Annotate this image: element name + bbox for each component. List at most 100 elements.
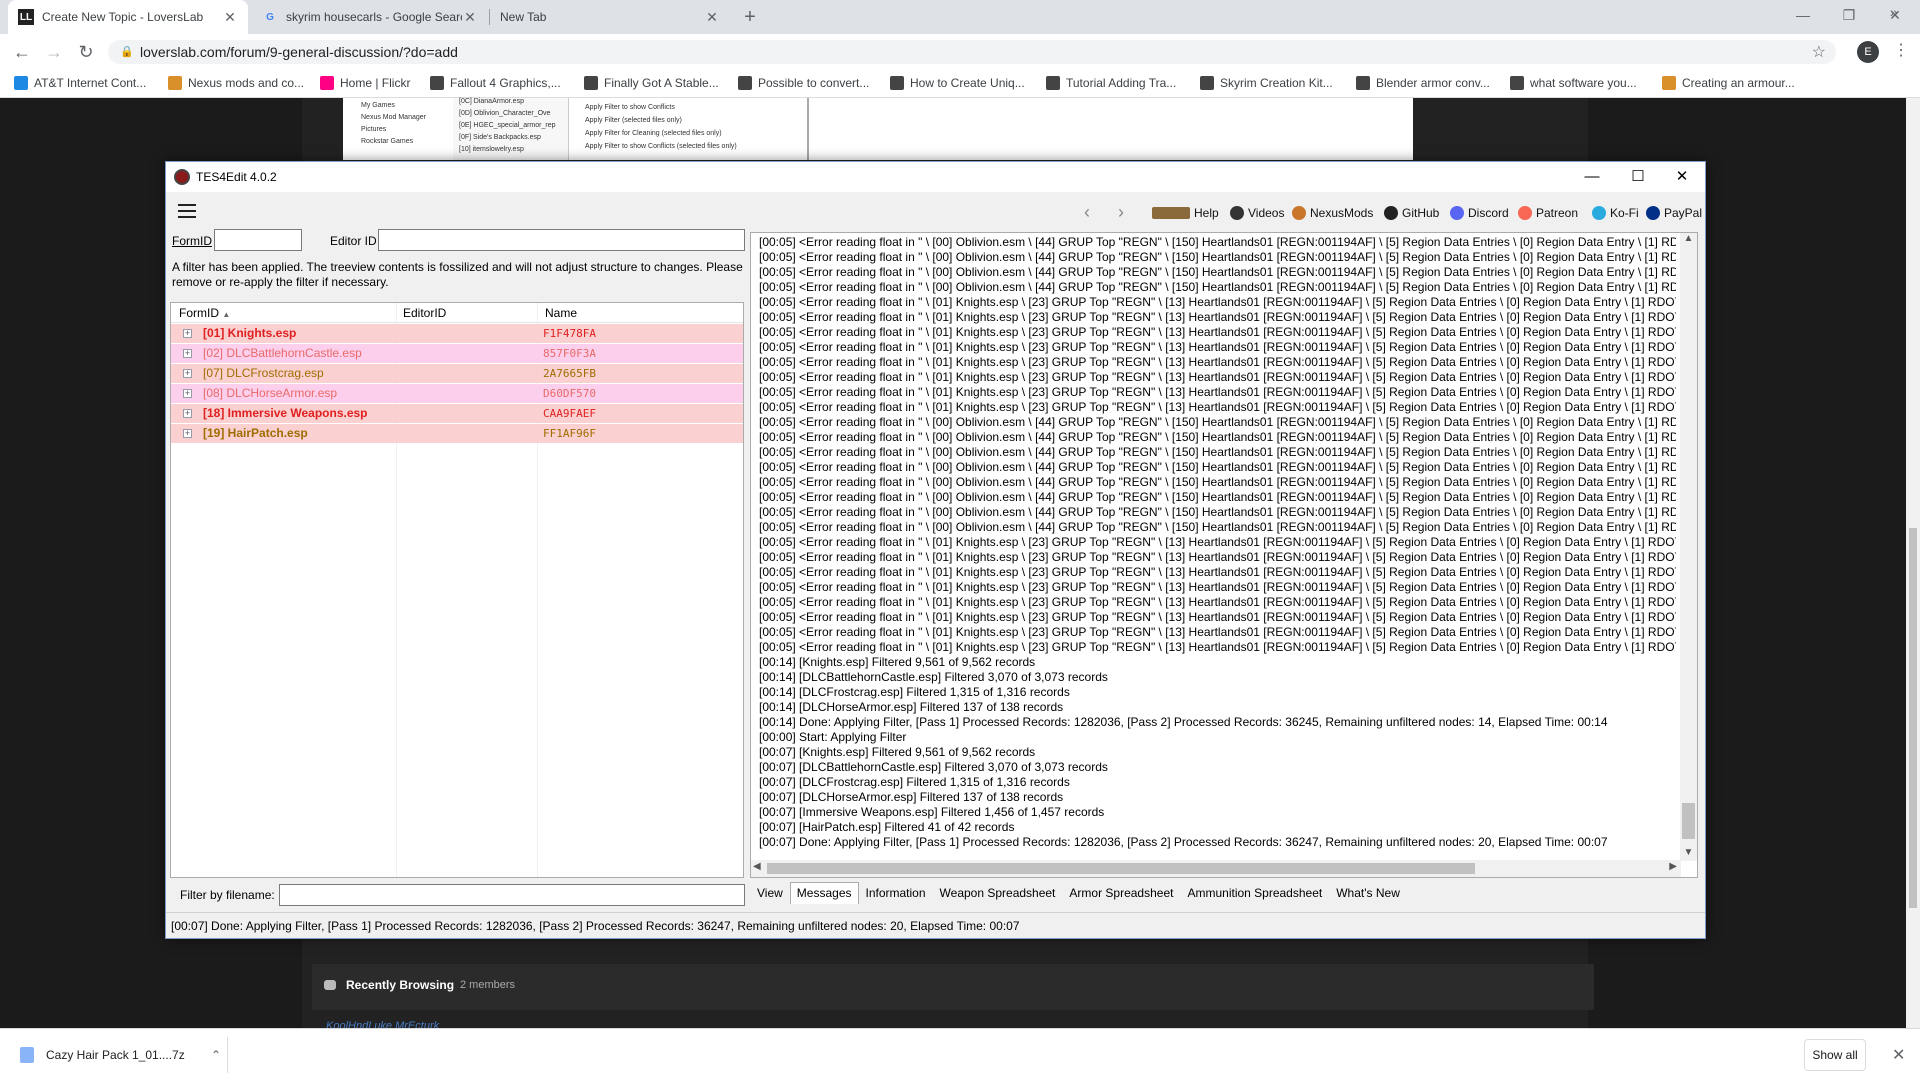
close-icon[interactable]: ✕ <box>704 9 720 26</box>
bookmark-item[interactable]: Nexus mods and co... <box>168 76 304 90</box>
bookmark-label: Finally Got A Stable... <box>604 76 719 90</box>
restore-button[interactable]: ❐ <box>1826 0 1872 30</box>
editorid-input[interactable] <box>378 229 745 251</box>
plugin-name-cell: F1F478FA <box>543 327 596 340</box>
plugin-treeview[interactable]: FormID ▲ EditorID Name + [01] Knights.esp… <box>170 302 744 878</box>
back-arrow-icon[interactable]: ‹ <box>1084 202 1090 223</box>
tab-weapon-spreadsheet[interactable]: Weapon Spreadsheet <box>933 882 1063 904</box>
close-icon[interactable]: ✕ <box>462 9 478 26</box>
log-line: [00:07] [Immersive Weapons.esp] Filtered… <box>759 805 1105 819</box>
reload-icon[interactable]: ↻ <box>74 40 98 64</box>
forward-arrow-icon[interactable]: → <box>42 40 66 64</box>
show-all-button[interactable]: Show all <box>1804 1039 1866 1071</box>
tes4edit-logo-icon <box>174 169 190 185</box>
log-line: [00:05] <Error reading float in " \ [00]… <box>759 445 1676 459</box>
tab-loverslab[interactable]: LL Create New Topic - LoversLab ✕ <box>8 0 248 34</box>
scrollbar-thumb[interactable] <box>1682 803 1695 839</box>
back-arrow-icon[interactable]: ← <box>10 40 34 64</box>
bookmark-item[interactable]: Home | Flickr <box>320 76 410 90</box>
filter-by-filename-input[interactable] <box>279 884 745 906</box>
tree-row-plugin[interactable]: + [08] DLCHorseArmor.esp D60DF570 <box>171 384 743 403</box>
forward-arrow-icon[interactable]: › <box>1118 202 1124 223</box>
horizontal-scrollbar[interactable]: ◀ ▶ <box>751 860 1681 877</box>
bookmark-item[interactable]: Finally Got A Stable... <box>584 76 719 90</box>
page-scrollbar[interactable] <box>1906 98 1920 1028</box>
address-bar[interactable]: 🔒 loverslab.com/forum/9-general-discussi… <box>108 40 1836 64</box>
tab-view[interactable]: View <box>750 882 790 904</box>
header-link-nexusmods[interactable]: NexusMods <box>1292 206 1373 220</box>
expand-icon[interactable]: + <box>183 409 192 418</box>
messages-log[interactable]: [00:05] <Error reading float in " \ [00]… <box>750 232 1698 878</box>
header-link-paypal[interactable]: PayPal <box>1646 206 1702 220</box>
formid-input[interactable] <box>214 229 302 251</box>
header-link-help[interactable]: Help <box>1152 206 1219 220</box>
column-header-editorid[interactable]: EditorID <box>403 306 446 320</box>
tree-row-plugin[interactable]: + [19] HairPatch.esp FF1AF96F <box>171 424 743 443</box>
close-icon[interactable]: ✕ <box>1892 1045 1905 1065</box>
tree-row-plugin[interactable]: + [07] DLCFrostcrag.esp 2A7665FB <box>171 364 743 383</box>
scrollbar-thumb[interactable] <box>1909 528 1917 908</box>
bookmark-item[interactable]: Fallout 4 Graphics,... <box>430 76 561 90</box>
plugin-filename: [01] Knights.esp <box>203 326 297 340</box>
header-link-kofi[interactable]: Ko-Fi <box>1592 206 1639 220</box>
minimize-button[interactable]: — <box>1780 0 1826 30</box>
header-link-github[interactable]: GitHub <box>1384 206 1439 220</box>
expand-icon[interactable]: + <box>183 349 192 358</box>
bookmark-item[interactable]: Tutorial Adding Tra... <box>1046 76 1176 90</box>
scroll-right-icon[interactable]: ▶ <box>1669 861 1677 872</box>
bookmark-item[interactable]: what software you... <box>1510 76 1637 90</box>
bookmark-item[interactable]: How to Create Uniq... <box>890 76 1025 90</box>
chevron-up-icon[interactable]: ⌃ <box>205 1048 227 1062</box>
bookmark-item[interactable]: Possible to convert... <box>738 76 869 90</box>
scroll-down-icon[interactable]: ▼ <box>1680 847 1697 861</box>
tab-armor-spreadsheet[interactable]: Armor Spreadsheet <box>1062 882 1180 904</box>
scroll-up-icon[interactable]: ▲ <box>1680 233 1697 247</box>
close-button[interactable]: ✕ <box>1659 162 1705 192</box>
scroll-left-icon[interactable]: ◀ <box>753 861 761 872</box>
log-line: [00:05] <Error reading float in " \ [01]… <box>759 385 1676 399</box>
bookmark-item[interactable]: AT&T Internet Cont... <box>14 76 146 90</box>
header-link-discord[interactable]: Discord <box>1450 206 1509 220</box>
bookmark-favicon-icon <box>1200 76 1214 90</box>
scrollbar-thumb[interactable] <box>767 863 1475 874</box>
expand-icon[interactable]: + <box>183 329 192 338</box>
expand-icon[interactable]: + <box>183 429 192 438</box>
log-line: [00:05] <Error reading float in " \ [01]… <box>759 640 1676 654</box>
tab-new-tab[interactable]: New Tab ✕ <box>490 0 730 34</box>
kebab-menu-icon[interactable]: ⋮ <box>1893 40 1909 64</box>
hamburger-menu-icon[interactable] <box>178 204 196 218</box>
header-link-patreon[interactable]: Patreon <box>1518 206 1578 220</box>
tab-ammunition-spreadsheet[interactable]: Ammunition Spreadsheet <box>1180 882 1329 904</box>
chevron-more-icon[interactable]: » <box>1890 4 1898 20</box>
plugin-name-cell: FF1AF96F <box>543 427 596 440</box>
tab-information[interactable]: Information <box>859 882 933 904</box>
new-tab-button[interactable]: + <box>738 5 762 29</box>
bg-folder-item: Rockstar Games <box>361 138 414 145</box>
close-icon[interactable]: ✕ <box>222 9 238 26</box>
profile-avatar[interactable]: E <box>1857 41 1879 63</box>
recently-browsing-panel: Recently Browsing 2 members <box>312 964 1594 1010</box>
maximize-button[interactable]: ☐ <box>1615 162 1661 192</box>
bookmark-star-icon[interactable]: ☆ <box>1812 42 1826 62</box>
bookmark-favicon-icon <box>738 76 752 90</box>
bookmark-item[interactable]: Blender armor conv... <box>1356 76 1490 90</box>
tab-messages[interactable]: Messages <box>789 882 859 904</box>
lock-icon: 🔒 <box>120 46 134 58</box>
tree-row-plugin[interactable]: + [18] Immersive Weapons.esp CAA9FAEF <box>171 404 743 423</box>
bookmark-item[interactable]: Skyrim Creation Kit... <box>1200 76 1333 90</box>
header-link-videos[interactable]: Videos <box>1230 206 1284 220</box>
tree-row-plugin[interactable]: + [02] DLCBattlehornCastle.esp 857F0F3A <box>171 344 743 363</box>
column-header-formid[interactable]: FormID ▲ <box>179 306 230 320</box>
download-item[interactable]: Cazy Hair Pack 1_01....7z ⌃ <box>10 1037 228 1073</box>
bookmark-item[interactable]: Creating an armour... <box>1662 76 1795 90</box>
expand-icon[interactable]: + <box>183 389 192 398</box>
tab-google-search[interactable]: G skyrim housecarls - Google Searc ✕ <box>252 0 488 34</box>
tree-row-plugin[interactable]: + [01] Knights.esp F1F478FA <box>171 324 743 343</box>
expand-icon[interactable]: + <box>183 369 192 378</box>
log-line: [00:05] <Error reading float in " \ [00]… <box>759 415 1676 429</box>
header-link-label: NexusMods <box>1310 206 1374 220</box>
minimize-button[interactable]: — <box>1569 162 1615 192</box>
tab-what-s-new[interactable]: What's New <box>1329 882 1407 904</box>
vertical-scrollbar[interactable]: ▲ ▼ <box>1680 233 1697 861</box>
column-header-name[interactable]: Name <box>545 306 577 320</box>
